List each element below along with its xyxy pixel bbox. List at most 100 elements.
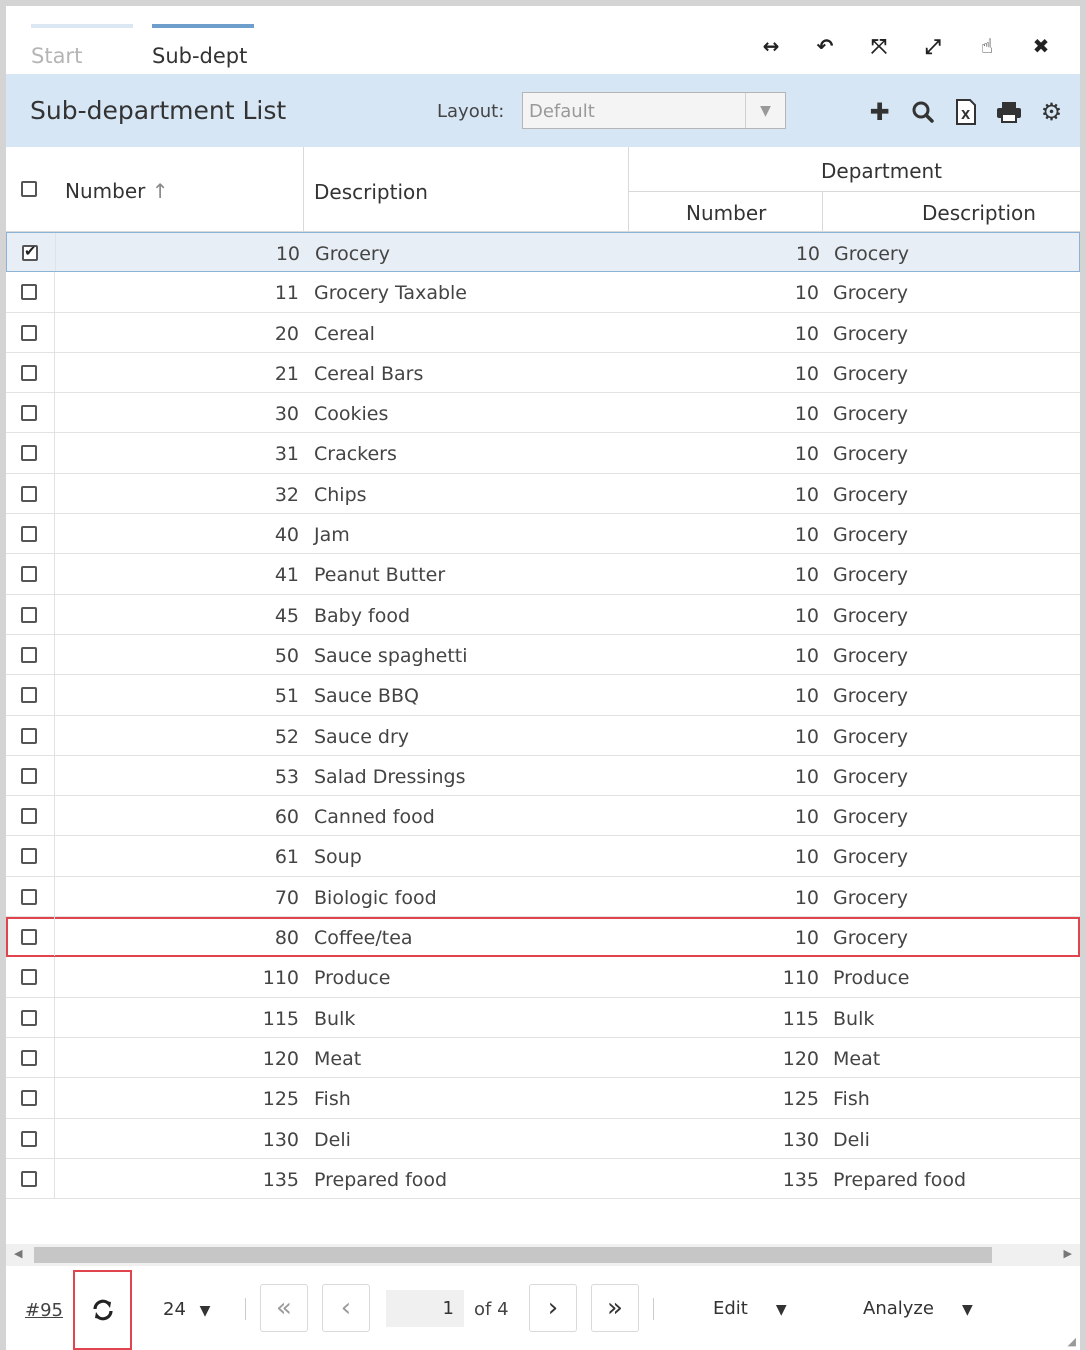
refresh-button[interactable] bbox=[73, 1270, 132, 1350]
table-row[interactable]: 41 Peanut Butter 10 Grocery bbox=[6, 554, 1080, 595]
table-row[interactable]: 60 Canned food 10 Grocery bbox=[6, 796, 1080, 837]
table-row[interactable]: 50 Sauce spaghetti 10 Grocery bbox=[6, 634, 1080, 676]
table-row[interactable]: 115 Bulk 115 Bulk bbox=[6, 997, 1080, 1038]
row-checkbox[interactable] bbox=[21, 969, 37, 986]
row-checkbox[interactable] bbox=[21, 526, 37, 543]
row-checkbox[interactable] bbox=[21, 1090, 37, 1107]
cell-description: Sauce dry bbox=[314, 725, 410, 748]
row-checkbox[interactable] bbox=[21, 1009, 37, 1026]
analyze-menu-label: Analyze bbox=[863, 1298, 934, 1319]
row-checkbox[interactable] bbox=[21, 1170, 37, 1187]
page-number-input[interactable]: 1 bbox=[386, 1290, 464, 1327]
excel-icon[interactable]: X bbox=[944, 96, 987, 128]
row-checkbox[interactable] bbox=[21, 767, 37, 784]
table-row[interactable]: 11 Grocery Taxable 10 Grocery bbox=[6, 272, 1080, 313]
header-number[interactable]: Number ↑ bbox=[65, 179, 168, 203]
row-checkbox-cell bbox=[6, 514, 55, 554]
prev-page-button[interactable]: ‹ bbox=[322, 1284, 370, 1332]
table-row[interactable]: 32 Chips 10 Grocery bbox=[6, 473, 1080, 515]
chevron-down-icon: ▼ bbox=[775, 1302, 787, 1318]
analyze-menu[interactable]: Analyze ▼ bbox=[863, 1298, 973, 1319]
row-checkbox[interactable] bbox=[21, 485, 37, 502]
compress-icon[interactable]: ⤧ bbox=[852, 32, 906, 60]
cell-description: Baby food bbox=[314, 604, 411, 627]
row-checkbox[interactable] bbox=[21, 566, 37, 583]
row-checkbox[interactable] bbox=[21, 929, 37, 946]
row-checkbox[interactable] bbox=[22, 242, 38, 261]
arrows-horizontal-icon[interactable]: ↔ bbox=[744, 32, 798, 60]
cell-description: Salad Dressings bbox=[314, 765, 466, 788]
row-checkbox[interactable] bbox=[21, 727, 37, 744]
row-checkbox[interactable] bbox=[21, 445, 37, 462]
header-dept-number[interactable]: Number bbox=[686, 201, 766, 225]
header-dept-description[interactable]: Description bbox=[922, 201, 1036, 225]
table-row[interactable]: 21 Cereal Bars 10 Grocery bbox=[6, 352, 1080, 394]
print-icon[interactable] bbox=[987, 96, 1030, 128]
table-row[interactable]: 40 Jam 10 Grocery bbox=[6, 514, 1080, 555]
row-checkbox[interactable] bbox=[21, 1049, 37, 1066]
cell-description: Biologic food bbox=[314, 886, 437, 909]
row-checkbox[interactable] bbox=[21, 324, 37, 341]
cell-dept-number: 10 bbox=[794, 524, 819, 547]
row-checkbox[interactable] bbox=[21, 606, 37, 623]
tab-sub-dept[interactable]: Sub-dept bbox=[152, 24, 254, 70]
last-page-button[interactable]: » bbox=[591, 1284, 639, 1332]
row-checkbox[interactable] bbox=[21, 364, 37, 381]
first-page-button[interactable]: « bbox=[260, 1284, 308, 1332]
row-checkbox[interactable] bbox=[21, 687, 37, 704]
horizontal-scrollbar[interactable]: ◀ ▶ bbox=[6, 1244, 1080, 1266]
table-row[interactable]: 80 Coffee/tea 10 Grocery bbox=[6, 917, 1080, 958]
scroll-thumb[interactable] bbox=[34, 1247, 992, 1263]
table-row[interactable]: 31 Crackers 10 Grocery bbox=[6, 433, 1080, 474]
plus-icon[interactable]: ✚ bbox=[858, 96, 901, 128]
table-row[interactable]: 20 Cereal 10 Grocery bbox=[6, 312, 1080, 353]
cell-description: Coffee/tea bbox=[314, 927, 413, 950]
row-checkbox[interactable] bbox=[21, 1130, 37, 1147]
page-title: Sub-department List bbox=[30, 96, 287, 125]
undo-icon[interactable]: ↶ bbox=[798, 32, 852, 60]
expand-icon[interactable]: ⤢ bbox=[906, 32, 960, 60]
row-checkbox[interactable] bbox=[21, 405, 37, 422]
table-row[interactable]: 10 Grocery 10 Grocery bbox=[6, 232, 1080, 273]
cell-dept-description: Grocery bbox=[833, 322, 908, 345]
record-count-link[interactable]: #95 bbox=[25, 1300, 63, 1321]
row-checkbox[interactable] bbox=[21, 646, 37, 663]
table-row[interactable]: 70 Biologic food 10 Grocery bbox=[6, 876, 1080, 918]
next-page-button[interactable]: › bbox=[529, 1284, 577, 1332]
scroll-left-icon[interactable]: ◀ bbox=[14, 1247, 22, 1260]
cell-dept-description: Grocery bbox=[833, 725, 908, 748]
layout-select[interactable]: Default ▼ bbox=[522, 92, 786, 129]
close-icon[interactable]: ✖ bbox=[1014, 32, 1068, 60]
row-checkbox[interactable] bbox=[21, 848, 37, 865]
settings-icon[interactable]: ⚙ bbox=[1030, 96, 1073, 128]
cell-description: Produce bbox=[314, 967, 391, 990]
edit-menu[interactable]: Edit ▼ bbox=[713, 1298, 787, 1319]
resize-handle-icon[interactable]: ◢ bbox=[1068, 1335, 1076, 1348]
table-row[interactable]: 130 Deli 130 Deli bbox=[6, 1118, 1080, 1159]
table-row[interactable]: 120 Meat 120 Meat bbox=[6, 1037, 1080, 1079]
table-row[interactable]: 45 Baby food 10 Grocery bbox=[6, 594, 1080, 635]
page-size-select[interactable]: 24 ▼ bbox=[163, 1299, 210, 1320]
tab-start[interactable]: Start bbox=[31, 24, 133, 70]
row-checkbox[interactable] bbox=[21, 284, 37, 301]
table-row[interactable]: 125 Fish 125 Fish bbox=[6, 1078, 1080, 1119]
row-checkbox-cell bbox=[6, 675, 55, 715]
table-row[interactable]: 61 Soup 10 Grocery bbox=[6, 836, 1080, 877]
table-row[interactable]: 51 Sauce BBQ 10 Grocery bbox=[6, 675, 1080, 716]
select-all-checkbox[interactable] bbox=[21, 181, 37, 197]
row-checkbox[interactable] bbox=[21, 888, 37, 905]
pointer-icon[interactable]: ☝ bbox=[960, 32, 1014, 60]
table-row[interactable]: 110 Produce 110 Produce bbox=[6, 957, 1080, 998]
search-icon[interactable] bbox=[901, 96, 944, 128]
cell-dept-number: 10 bbox=[794, 322, 819, 345]
cell-number: 20 bbox=[274, 322, 299, 345]
scroll-right-icon[interactable]: ▶ bbox=[1064, 1247, 1072, 1260]
table-row[interactable]: 53 Salad Dressings 10 Grocery bbox=[6, 755, 1080, 797]
cell-dept-number: 10 bbox=[794, 846, 819, 869]
row-checkbox[interactable] bbox=[21, 808, 37, 825]
header-description[interactable]: Description bbox=[314, 180, 428, 204]
chevron-down-icon: ▼ bbox=[199, 1303, 211, 1319]
table-row[interactable]: 52 Sauce dry 10 Grocery bbox=[6, 715, 1080, 756]
table-row[interactable]: 135 Prepared food 135 Prepared food bbox=[6, 1158, 1080, 1200]
table-row[interactable]: 30 Cookies 10 Grocery bbox=[6, 393, 1080, 434]
